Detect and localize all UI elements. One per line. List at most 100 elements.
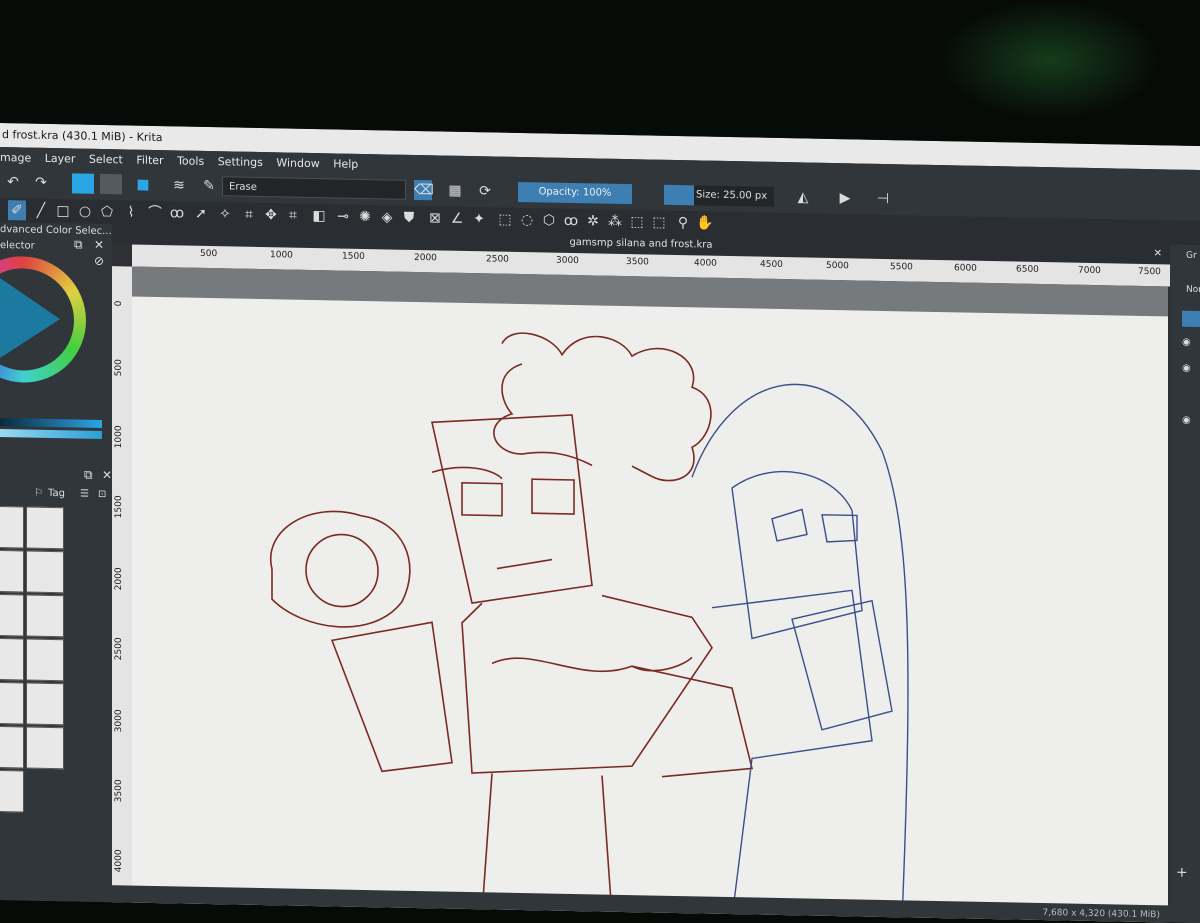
drawing-canvas[interactable] <box>132 266 1168 923</box>
brush-preset-3[interactable] <box>0 549 24 593</box>
ruler-v-label: 3500 <box>114 779 124 803</box>
fill-tool-icon[interactable]: ◈ <box>378 207 396 227</box>
rectangle-tool-icon[interactable]: □ <box>54 201 72 221</box>
float-docker-icon[interactable]: ⧉ <box>74 237 83 252</box>
magnetic-select-icon[interactable]: ⬚ <box>650 212 668 232</box>
bezier-select-icon[interactable]: ⬚ <box>628 212 646 232</box>
multibrush-tool-icon[interactable]: ✧ <box>216 204 234 224</box>
ellipse-select-icon[interactable]: ◌ <box>518 210 536 230</box>
brush-settings-icon[interactable]: ≋ <box>170 175 188 195</box>
menu-filter[interactable]: Filter <box>136 150 163 172</box>
bezier-tool-icon[interactable]: ⌒ <box>146 203 164 223</box>
zoom-tool-icon[interactable]: ⚲ <box>674 213 692 233</box>
reload-preset-icon[interactable]: ⟳ <box>476 181 494 201</box>
menu-select[interactable]: Select <box>89 149 123 171</box>
similar-select-icon[interactable]: ⁂ <box>606 212 624 232</box>
freehand-brush-tool-icon[interactable]: ✐ <box>8 200 26 221</box>
paper[interactable] <box>132 296 1168 923</box>
brush-preset-11[interactable] <box>0 725 24 769</box>
brush-preset-2[interactable] <box>26 506 64 550</box>
measure-tool-icon[interactable]: ∠ <box>448 209 466 229</box>
fg-bg-color-icon[interactable]: ■ <box>134 175 152 195</box>
mirror-vertical-icon[interactable]: ▶ <box>836 188 854 208</box>
freehand-path-tool-icon[interactable]: ꝏ <box>168 203 186 223</box>
layer-visibility-icon[interactable]: ◉ <box>1182 363 1191 374</box>
layer-visibility-icon[interactable]: ◉ <box>1182 415 1191 426</box>
contiguous-select-icon[interactable]: ✲ <box>584 211 602 231</box>
polygon-tool-icon[interactable]: ⬠ <box>98 202 116 222</box>
reference-tool-icon[interactable]: ✦ <box>470 209 488 229</box>
menu-settings[interactable]: Settings <box>218 151 263 173</box>
pan-tool-icon[interactable]: ✋ <box>696 213 714 233</box>
brush-preset-12[interactable] <box>26 726 64 770</box>
color-triangle[interactable] <box>0 278 60 360</box>
blue-arm <box>791 599 893 731</box>
display-mode-icon[interactable]: ⊡ <box>98 486 106 504</box>
polygon-select-icon[interactable]: ⬡ <box>540 210 558 230</box>
tag-label[interactable]: Tag <box>48 485 65 503</box>
settings-circle-icon[interactable]: ⊘ <box>94 254 104 268</box>
undo-icon[interactable]: ↶ <box>4 172 22 192</box>
add-layer-icon[interactable]: + <box>1176 865 1188 881</box>
color-slider-2[interactable] <box>0 429 102 439</box>
menu-help[interactable]: Help <box>333 153 358 174</box>
brush-preset-13[interactable] <box>0 769 24 813</box>
blue-eye-left <box>771 508 808 542</box>
brush-preset-4[interactable] <box>26 550 64 594</box>
close-docker-icon[interactable]: ✕ <box>94 238 104 252</box>
pattern-swatch[interactable] <box>100 173 122 195</box>
brush-preset-7[interactable] <box>0 637 24 681</box>
brush-preset-1[interactable] <box>0 505 24 549</box>
layer-row-selected[interactable] <box>1182 310 1200 328</box>
transform-tool-icon[interactable]: ⌗ <box>240 205 258 225</box>
brush-preset-8[interactable] <box>26 638 64 682</box>
advanced-color-selector-tab[interactable]: dvanced Color Selec... <box>0 224 112 237</box>
mirror-horizontal-icon[interactable]: ◭ <box>794 187 812 207</box>
eraser-mode-icon[interactable]: ⌫ <box>414 179 434 201</box>
list-view-icon[interactable]: ☰ <box>80 486 89 504</box>
smart-patch-icon[interactable]: ✺ <box>356 207 374 227</box>
fill-bucket-icon[interactable]: ⛊ <box>400 208 418 228</box>
float-brush-docker-icon[interactable]: ⧉ <box>84 468 93 483</box>
assistant-tool-icon[interactable]: ⊠ <box>426 208 444 228</box>
close-document-icon[interactable]: ✕ <box>1154 244 1162 264</box>
head-outline <box>431 414 593 604</box>
menu-tools[interactable]: Tools <box>177 150 204 172</box>
freehand-select-icon[interactable]: ꝏ <box>562 211 580 231</box>
ellipse-tool-icon[interactable]: ○ <box>76 201 94 221</box>
brush-preset-6[interactable] <box>26 594 64 638</box>
color-slider-1[interactable] <box>0 418 102 428</box>
eye-left <box>461 482 503 517</box>
brush-preset-icon[interactable]: ✎ <box>200 176 218 196</box>
ruler-v-label: 3000 <box>114 709 124 733</box>
move-tool-icon[interactable]: ✥ <box>262 205 280 225</box>
redo-icon[interactable]: ↷ <box>32 173 50 193</box>
size-slider[interactable]: Size: 25.00 px <box>664 184 774 207</box>
layer-visibility-icon[interactable]: ◉ <box>1182 337 1191 348</box>
color-wheel[interactable] <box>0 255 86 384</box>
opacity-slider[interactable]: Opacity: 100% <box>518 181 632 205</box>
brush-preset-10[interactable] <box>26 682 64 726</box>
color-picker-icon[interactable]: ⊸ <box>334 206 352 226</box>
ruler-h-label: 2000 <box>414 252 437 264</box>
tag-icon[interactable]: ⚐ <box>34 485 43 503</box>
brush-preset-5[interactable] <box>0 593 24 637</box>
brush-presets-grid <box>0 505 88 813</box>
sketch-drawing <box>269 332 909 922</box>
close-brush-docker-icon[interactable]: ✕ <box>102 468 112 482</box>
menu-window[interactable]: Window <box>276 152 319 174</box>
crop-tool-icon[interactable]: ⌗ <box>284 205 302 225</box>
polyline-tool-icon[interactable]: ⌇ <box>122 202 140 222</box>
brush-preset-9[interactable] <box>0 681 24 725</box>
line-tool-icon[interactable]: ╱ <box>32 201 50 221</box>
blend-mode-label[interactable]: Nor <box>1186 285 1200 295</box>
dynamic-brush-tool-icon[interactable]: ➚ <box>192 204 210 224</box>
rect-select-icon[interactable]: ⬚ <box>496 210 514 230</box>
menu-layer[interactable]: Layer <box>45 148 76 170</box>
wrap-around-icon[interactable]: ⊣ <box>874 189 892 209</box>
brush-preset-field[interactable]: Erase <box>222 176 406 200</box>
gradient-swatch[interactable] <box>72 173 94 194</box>
menu-image[interactable]: mage <box>0 147 31 169</box>
preserve-alpha-icon[interactable]: ▦ <box>446 181 464 201</box>
gradient-tool-icon[interactable]: ◧ <box>310 206 328 226</box>
